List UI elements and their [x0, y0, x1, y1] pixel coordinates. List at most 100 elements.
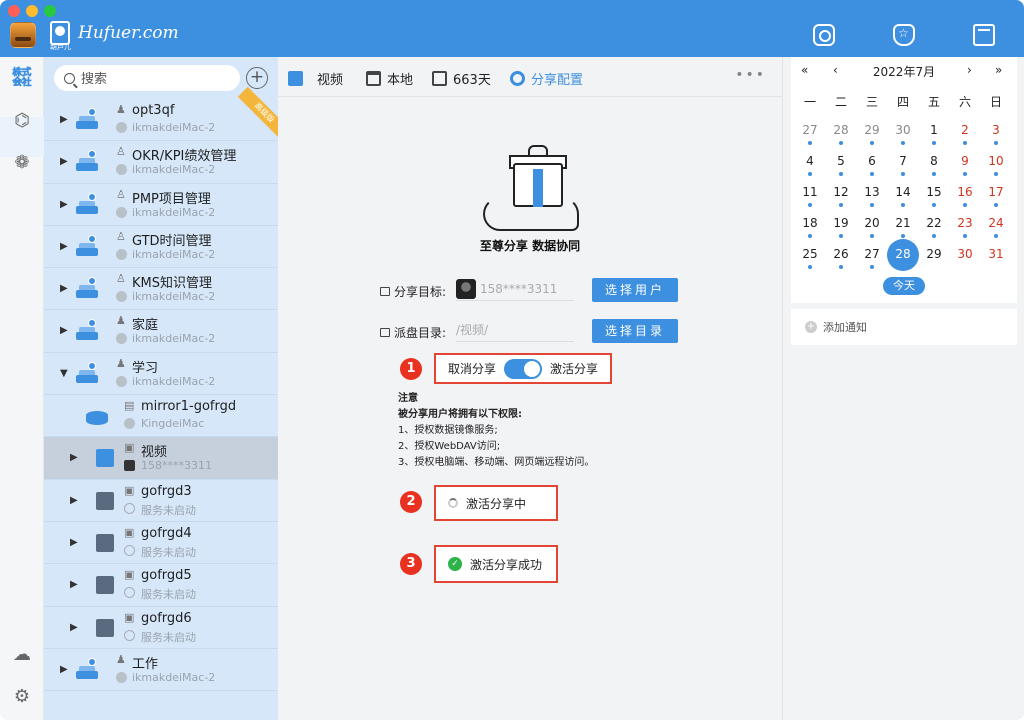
- more-options-icon[interactable]: •••: [735, 67, 766, 83]
- calendar-day[interactable]: 27: [795, 119, 825, 149]
- tree-item[interactable]: ▶ ♙ PMP项目管理 ikmakdeiMac-2: [44, 184, 278, 226]
- calendar-day-number: 26: [833, 247, 849, 261]
- calendar-day[interactable]: 25: [795, 243, 825, 273]
- expand-arrow-icon[interactable]: ▶: [60, 664, 68, 675]
- calendar-day[interactable]: 7: [888, 150, 918, 180]
- disk-type-icon: ♙: [116, 272, 126, 286]
- expand-arrow-icon[interactable]: ▶: [70, 495, 78, 506]
- calendar-day[interactable]: 5: [826, 150, 856, 180]
- service-stopped-icon: [124, 587, 135, 599]
- tree-item[interactable]: ▶ ▣ gofrgd5 服务未启动: [44, 564, 278, 607]
- plus-circle-icon[interactable]: +: [246, 67, 268, 89]
- calendar-day[interactable]: 6: [857, 150, 887, 180]
- calendar-day-number: 30: [957, 247, 973, 261]
- calendar-day-today[interactable]: 28: [887, 239, 919, 273]
- calendar-day[interactable]: 19: [826, 212, 856, 242]
- share-toggle[interactable]: [504, 358, 543, 379]
- location-indicator[interactable]: 本地: [366, 69, 413, 88]
- expand-arrow-icon[interactable]: ▶: [60, 325, 68, 336]
- cancel-share-label: 取消分享: [448, 362, 497, 376]
- calendar-day[interactable]: 13: [857, 181, 887, 211]
- share-config-tab[interactable]: 分享配置: [510, 69, 583, 88]
- expand-arrow-icon[interactable]: ▶: [60, 199, 68, 210]
- calendar-day[interactable]: 22: [919, 212, 949, 242]
- select-user-button[interactable]: 选择用户: [592, 278, 678, 302]
- calendar-day[interactable]: 3: [981, 119, 1011, 149]
- shield-user-icon[interactable]: ⌬: [10, 109, 34, 133]
- tree-item[interactable]: ▶ ▣ gofrgd6 服务未启动: [44, 607, 278, 649]
- expand-arrow-icon[interactable]: ▶: [70, 622, 78, 633]
- calendar-day[interactable]: 17: [981, 181, 1011, 211]
- share-slogan: 至尊分享 数据协同: [479, 239, 581, 253]
- search-box[interactable]: [54, 65, 240, 91]
- expand-arrow-icon[interactable]: ▶: [60, 114, 68, 125]
- expand-arrow-icon[interactable]: ▶: [60, 156, 68, 167]
- calendar-day[interactable]: 16: [950, 181, 980, 211]
- calendar-day[interactable]: 21: [888, 212, 918, 242]
- calendar-day[interactable]: 30: [888, 119, 918, 149]
- calendar-day[interactable]: 18: [795, 212, 825, 242]
- cloud-upload-icon[interactable]: ☁: [10, 643, 34, 667]
- next-month-button[interactable]: ›: [967, 63, 972, 77]
- calendar-icon[interactable]: [973, 24, 995, 46]
- calendar-day[interactable]: 28: [826, 119, 856, 149]
- calendar-day[interactable]: 9: [950, 150, 980, 180]
- calendar-day[interactable]: 11: [795, 181, 825, 211]
- zoom-window-button[interactable]: [44, 5, 56, 17]
- calendar-day[interactable]: 1: [919, 119, 949, 149]
- minimize-window-button[interactable]: [26, 5, 38, 17]
- expand-arrow-icon[interactable]: ▶: [70, 452, 78, 463]
- tree-item-selected[interactable]: ▶ ▣ 视频 158****3311: [44, 437, 278, 480]
- tree-item[interactable]: ▶ ♟ opt3qf ikmakdeiMac-2 高级版: [44, 86, 278, 142]
- search-input[interactable]: [81, 70, 221, 86]
- calendar-day[interactable]: 27: [857, 243, 887, 273]
- tree-item[interactable]: ▶ ▣ gofrgd3 服务未启动: [44, 480, 278, 522]
- tree-item[interactable]: ▤ mirror1-gofrgd KingdeiMac: [44, 395, 278, 438]
- tree-item[interactable]: ▶ ♟ 工作 ikmakdeiMac-2: [44, 649, 278, 692]
- expand-arrow-icon[interactable]: ▶: [70, 579, 78, 590]
- calendar-day[interactable]: 29: [857, 119, 887, 149]
- calendar-day[interactable]: 14: [888, 181, 918, 211]
- event-dot: [808, 141, 812, 145]
- expand-arrow-icon[interactable]: ▶: [60, 241, 68, 252]
- tree-item[interactable]: ▶ ▣ gofrgd4 服务未启动: [44, 522, 278, 565]
- calendar-day[interactable]: 30: [950, 243, 980, 273]
- prev-month-button[interactable]: ‹: [833, 63, 838, 77]
- next-year-button[interactable]: »: [995, 63, 1002, 77]
- tree-item[interactable]: ▶ ♙ KMS知识管理 ikmakdeiMac-2: [44, 268, 278, 311]
- dir-value-field: /视频/: [456, 318, 574, 342]
- add-notice-button[interactable]: + 添加通知: [791, 309, 1017, 345]
- calendar-day[interactable]: 29: [919, 243, 949, 273]
- right-panel: « ‹ 2022年7月 › » 一 二 三 四 五 六 日 27 28 29 30 1 2…: [782, 57, 1024, 720]
- calendar-day[interactable]: 2: [950, 119, 980, 149]
- sidebar: + ▶ ♟ opt3qf ikmakdeiMac-2 高级版 ▶ ♙ OKR/K…: [44, 57, 278, 720]
- shield-star-icon[interactable]: [893, 24, 915, 46]
- calendar-day[interactable]: 15: [919, 181, 949, 211]
- tree-item[interactable]: ▶ ♙ GTD时间管理 ikmakdeiMac-2: [44, 226, 278, 269]
- app-logo-icon[interactable]: ㍿: [10, 65, 34, 89]
- event-dot: [963, 234, 967, 238]
- expand-arrow-icon[interactable]: ▶: [70, 537, 78, 548]
- tree-item[interactable]: ▶ ♙ OKR/KPI绩效管理 ikmakdeiMac-2: [44, 141, 278, 184]
- calendar-day[interactable]: 31: [981, 243, 1011, 273]
- today-button[interactable]: 今天: [883, 277, 925, 295]
- calendar-day[interactable]: 23: [950, 212, 980, 242]
- calendar-day[interactable]: 4: [795, 150, 825, 180]
- calendar-day[interactable]: 24: [981, 212, 1011, 242]
- calendar-day[interactable]: 20: [857, 212, 887, 242]
- tree-item[interactable]: ▶ ♟ 家庭 ikmakdeiMac-2: [44, 310, 278, 353]
- global-search-icon[interactable]: [813, 24, 835, 46]
- calendar-day[interactable]: 12: [826, 181, 856, 211]
- tree-item[interactable]: ▼ ♟ 学习 ikmakdeiMac-2: [44, 353, 278, 396]
- close-window-button[interactable]: [8, 5, 20, 17]
- select-directory-button[interactable]: 选择目录: [592, 319, 678, 343]
- expand-arrow-icon[interactable]: ▶: [60, 283, 68, 294]
- collapse-arrow-icon[interactable]: ▼: [60, 368, 68, 379]
- calendar-day[interactable]: 10: [981, 150, 1011, 180]
- prev-year-button[interactable]: «: [801, 63, 808, 77]
- settings-icon[interactable]: ⚙: [10, 685, 34, 709]
- event-dot: [994, 141, 998, 145]
- calendar-day[interactable]: 26: [826, 243, 856, 273]
- calendar-day[interactable]: 8: [919, 150, 949, 180]
- modules-icon[interactable]: ❁: [10, 151, 34, 175]
